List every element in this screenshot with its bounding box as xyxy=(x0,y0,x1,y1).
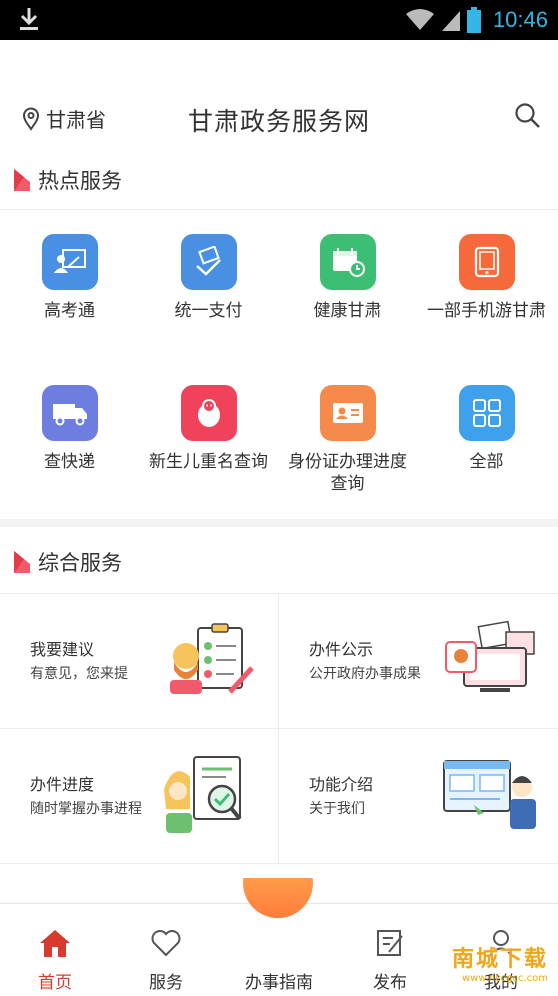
service-health-gansu[interactable]: 健康甘肃 xyxy=(278,234,417,322)
card-desc: 随时掌握办事进程 xyxy=(30,801,142,817)
composite-services-header: 综合服务 xyxy=(0,537,558,587)
calendar-clock-icon xyxy=(319,234,376,290)
card-progress[interactable]: 办件进度 随时掌握办事进程 xyxy=(0,729,279,864)
wifi-icon xyxy=(405,9,434,30)
app-header: 甘肃省 甘肃政务服务网 xyxy=(0,90,558,146)
service-label: 身份证办理进度查询 xyxy=(288,452,407,494)
service-label: 查快递 xyxy=(44,452,95,472)
teacher-board-icon xyxy=(41,234,98,290)
search-icon[interactable] xyxy=(514,102,542,130)
progress-illustration xyxy=(164,756,242,833)
card-desc: 有意见，您来提 xyxy=(30,666,128,682)
heart-icon xyxy=(151,930,181,957)
section-flag-icon xyxy=(14,551,30,573)
service-newborn-name-query[interactable]: 新生儿重名查询 xyxy=(139,385,278,473)
download-icon xyxy=(20,8,38,30)
id-card-icon xyxy=(319,385,376,441)
watermark-title: 南城下载 xyxy=(451,947,548,972)
home-icon xyxy=(40,930,70,957)
card-title: 办件进度 xyxy=(30,775,95,794)
service-label: 高考通 xyxy=(44,301,95,321)
service-mobile-tour-gansu[interactable]: 一部手机游甘肃 xyxy=(417,234,556,322)
watermark: 南城下载 www.nccgcc.com xyxy=(452,941,548,984)
service-label: 全部 xyxy=(469,452,504,472)
service-all[interactable]: 全部 xyxy=(417,385,556,473)
nav-services[interactable]: 服务 xyxy=(121,928,211,993)
watermark-url: www.nccgcc.com xyxy=(461,973,548,984)
nav-label: 发布 xyxy=(373,973,407,993)
service-id-card-progress[interactable]: 身份证办理进度查询 xyxy=(278,385,417,495)
card-title: 功能介绍 xyxy=(309,775,374,794)
composite-services-title: 综合服务 xyxy=(38,551,122,575)
service-express-query[interactable]: 查快递 xyxy=(0,385,139,473)
tablet-icon xyxy=(458,234,515,290)
section-flag-icon xyxy=(14,169,30,191)
suggestion-illustration xyxy=(170,623,254,694)
divider xyxy=(0,209,558,210)
nav-label: 服务 xyxy=(149,973,183,993)
nav-publish[interactable]: 发布 xyxy=(345,928,435,993)
service-unified-payment[interactable]: 统一支付 xyxy=(139,234,278,322)
card-title: 办件公示 xyxy=(309,640,374,659)
payment-hand-icon xyxy=(180,234,237,290)
truck-icon xyxy=(41,385,98,441)
bottom-navigation: 首页 服务 办事指南 发布 我的 南城下载 www.nccgcc.com xyxy=(0,878,558,996)
nav-home[interactable]: 首页 xyxy=(10,928,100,993)
guide-center-button[interactable] xyxy=(243,878,313,918)
grid-icon xyxy=(458,385,515,441)
nav-label: 办事指南 xyxy=(245,973,313,993)
card-desc: 关于我们 xyxy=(309,801,365,817)
nav-label: 首页 xyxy=(38,973,72,993)
service-label: 健康甘肃 xyxy=(313,301,382,321)
card-title: 我要建议 xyxy=(30,640,95,659)
clock: 10:46 xyxy=(492,7,548,32)
status-bar: 10:46 xyxy=(0,0,558,40)
service-label: 统一支付 xyxy=(174,301,243,321)
section-gap xyxy=(0,519,558,527)
card-intro[interactable]: 功能介绍 关于我们 xyxy=(279,729,558,864)
page-title: 甘肃政务服务网 xyxy=(187,107,370,136)
card-publicity[interactable]: 办件公示 公开政府办事成果 xyxy=(279,594,558,729)
baby-icon xyxy=(180,385,237,441)
battery-icon xyxy=(466,7,481,33)
guide-icon xyxy=(274,928,284,958)
hot-services-header: 热点服务 xyxy=(0,155,558,205)
publicity-illustration xyxy=(445,620,535,692)
edit-icon xyxy=(377,930,403,956)
card-suggestion[interactable]: 我要建议 有意见，您来提 xyxy=(0,594,279,729)
intro-illustration xyxy=(443,760,536,829)
hot-services-title: 热点服务 xyxy=(38,169,122,193)
nav-guide[interactable]: 办事指南 xyxy=(234,928,324,993)
signal-icon xyxy=(441,11,460,31)
service-label: 新生儿重名查询 xyxy=(149,452,268,472)
service-gaokaotong[interactable]: 高考通 xyxy=(0,234,139,322)
card-desc: 公开政府办事成果 xyxy=(309,666,421,682)
service-label: 一部手机游甘肃 xyxy=(427,301,546,321)
